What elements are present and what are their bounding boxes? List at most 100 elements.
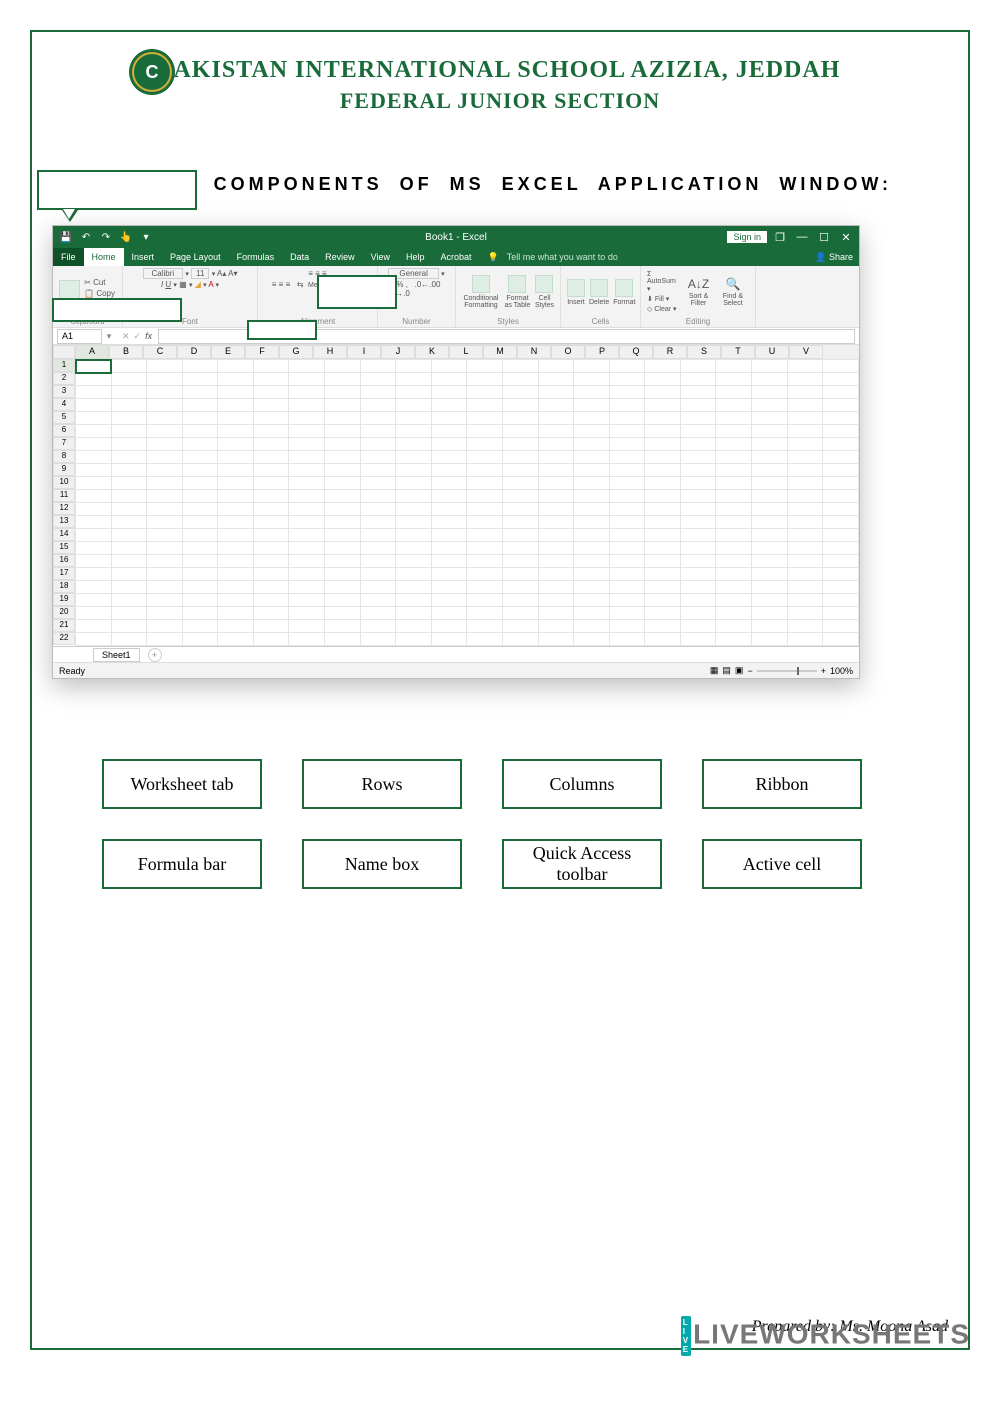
bank-item[interactable]: Worksheet tab bbox=[102, 759, 262, 809]
qat-more-icon[interactable]: ▾ bbox=[139, 230, 153, 244]
worksheet-tab[interactable]: Sheet1 bbox=[93, 648, 140, 662]
cells-area[interactable] bbox=[75, 359, 859, 646]
tab-file[interactable]: File bbox=[53, 248, 84, 266]
col-a[interactable]: A bbox=[75, 345, 109, 359]
save-icon[interactable]: 💾 bbox=[59, 230, 73, 244]
row[interactable]: 16 bbox=[53, 554, 75, 567]
col[interactable]: J bbox=[381, 345, 415, 359]
answer-box-qat[interactable] bbox=[37, 170, 197, 210]
shrink-font-icon[interactable]: A▾ bbox=[228, 269, 237, 278]
tab-home[interactable]: Home bbox=[84, 248, 124, 266]
enter-formula-icon[interactable]: ✓ bbox=[134, 331, 142, 342]
answer-box-namebox[interactable] bbox=[247, 320, 317, 340]
col[interactable]: R bbox=[653, 345, 687, 359]
row[interactable]: 10 bbox=[53, 476, 75, 489]
tab-data[interactable]: Data bbox=[282, 248, 317, 266]
row-headers[interactable]: 1 2 3 4 5 6 7 8 9 10 11 12 13 14 bbox=[53, 359, 75, 646]
quick-access-toolbar[interactable]: 💾 ↶ ↷ 👆 ▾ bbox=[53, 230, 153, 244]
col[interactable]: E bbox=[211, 345, 245, 359]
col[interactable]: B bbox=[109, 345, 143, 359]
tell-me[interactable]: Tell me what you want to do bbox=[499, 252, 618, 262]
col[interactable]: I bbox=[347, 345, 381, 359]
redo-icon[interactable]: ↷ bbox=[99, 230, 113, 244]
maximize-icon[interactable]: ☐ bbox=[815, 231, 833, 244]
bank-item[interactable]: Quick Access toolbar bbox=[502, 839, 662, 889]
row[interactable]: 6 bbox=[53, 424, 75, 437]
bank-item[interactable]: Formula bar bbox=[102, 839, 262, 889]
underline-icon[interactable]: U bbox=[165, 280, 171, 289]
font-name[interactable]: Calibri bbox=[143, 268, 184, 279]
bank-item[interactable]: Active cell bbox=[702, 839, 862, 889]
col[interactable]: K bbox=[415, 345, 449, 359]
row[interactable]: 17 bbox=[53, 567, 75, 580]
fmt-table-icon[interactable] bbox=[508, 275, 526, 293]
row-1[interactable]: 1 bbox=[53, 359, 75, 372]
italic-icon[interactable]: I bbox=[161, 280, 163, 289]
border-icon[interactable]: ▦ bbox=[179, 280, 187, 289]
col[interactable]: H bbox=[313, 345, 347, 359]
col[interactable]: M bbox=[483, 345, 517, 359]
row[interactable]: 3 bbox=[53, 385, 75, 398]
tab-pagelayout[interactable]: Page Layout bbox=[162, 248, 229, 266]
col[interactable]: P bbox=[585, 345, 619, 359]
touch-icon[interactable]: 👆 bbox=[119, 230, 133, 244]
pagebreak-view-icon[interactable]: ▣ bbox=[735, 665, 744, 676]
row[interactable]: 14 bbox=[53, 528, 75, 541]
col[interactable]: F bbox=[245, 345, 279, 359]
insert-cell-icon[interactable] bbox=[567, 279, 585, 297]
row[interactable]: 5 bbox=[53, 411, 75, 424]
answer-box-fbar[interactable] bbox=[317, 275, 397, 309]
col[interactable]: V bbox=[789, 345, 823, 359]
zoom-slider[interactable] bbox=[757, 670, 817, 672]
font-size[interactable]: 11 bbox=[191, 268, 209, 279]
minimize-icon[interactable]: — bbox=[793, 231, 811, 243]
zoom-out-icon[interactable]: − bbox=[747, 666, 752, 676]
col[interactable]: N bbox=[517, 345, 551, 359]
close-icon[interactable]: ✕ bbox=[837, 231, 855, 244]
col[interactable]: S bbox=[687, 345, 721, 359]
row[interactable]: 4 bbox=[53, 398, 75, 411]
row[interactable]: 8 bbox=[53, 450, 75, 463]
col[interactable]: U bbox=[755, 345, 789, 359]
namebox-dropdown-icon[interactable]: ▾ bbox=[102, 331, 116, 342]
row[interactable]: 20 bbox=[53, 606, 75, 619]
share-button[interactable]: 👤 Share bbox=[815, 252, 853, 263]
normal-view-icon[interactable]: ▦ bbox=[710, 665, 719, 676]
bank-item[interactable]: Name box bbox=[302, 839, 462, 889]
tab-help[interactable]: Help bbox=[398, 248, 433, 266]
signin-button[interactable]: Sign in bbox=[727, 231, 767, 243]
cut-button[interactable]: ✂ Cut bbox=[84, 278, 116, 287]
fx-icon[interactable]: fx bbox=[145, 331, 152, 342]
row[interactable]: 18 bbox=[53, 580, 75, 593]
delete-cell-icon[interactable] bbox=[590, 279, 608, 297]
row[interactable]: 7 bbox=[53, 437, 75, 450]
format-cell-icon[interactable] bbox=[615, 279, 633, 297]
col[interactable]: C bbox=[143, 345, 177, 359]
tab-formulas[interactable]: Formulas bbox=[229, 248, 283, 266]
row[interactable]: 9 bbox=[53, 463, 75, 476]
font-color-icon[interactable]: A bbox=[208, 280, 213, 289]
row[interactable]: 19 bbox=[53, 593, 75, 606]
cancel-formula-icon[interactable]: ✕ bbox=[122, 331, 130, 342]
row[interactable]: 22 bbox=[53, 632, 75, 645]
row[interactable]: 21 bbox=[53, 619, 75, 632]
zoom-level[interactable]: 100% bbox=[830, 666, 853, 676]
new-sheet-icon[interactable]: + bbox=[148, 648, 162, 662]
bank-item[interactable]: Ribbon bbox=[702, 759, 862, 809]
bank-item[interactable]: Columns bbox=[502, 759, 662, 809]
col[interactable]: O bbox=[551, 345, 585, 359]
column-headers[interactable]: A B C D E F G H I J K L M N O P Q bbox=[53, 345, 859, 359]
cond-fmt-icon[interactable] bbox=[472, 275, 490, 293]
row[interactable]: 12 bbox=[53, 502, 75, 515]
select-all-corner[interactable] bbox=[53, 345, 75, 359]
undo-icon[interactable]: ↶ bbox=[79, 230, 93, 244]
col[interactable]: L bbox=[449, 345, 483, 359]
col[interactable]: Q bbox=[619, 345, 653, 359]
clear-button[interactable]: ◇ Clear ▾ bbox=[647, 305, 678, 313]
answer-box-ribbon[interactable] bbox=[52, 298, 182, 322]
find-icon[interactable]: 🔍 bbox=[725, 277, 740, 291]
name-box[interactable]: A1 bbox=[57, 329, 102, 344]
grow-font-icon[interactable]: A▴ bbox=[217, 269, 226, 278]
tab-insert[interactable]: Insert bbox=[124, 248, 163, 266]
row[interactable]: 2 bbox=[53, 372, 75, 385]
